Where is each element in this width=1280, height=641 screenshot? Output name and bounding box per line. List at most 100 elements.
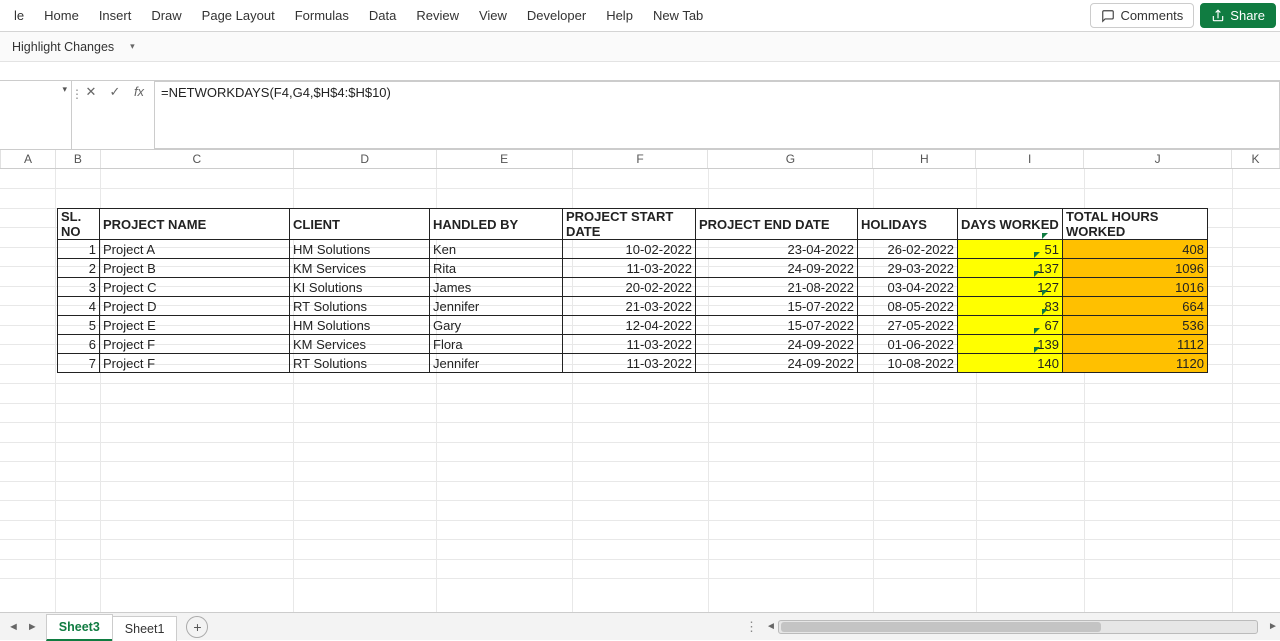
- sheet-nav-next[interactable]: ►: [27, 621, 38, 633]
- cell[interactable]: 1: [58, 240, 100, 259]
- cell[interactable]: Ken: [430, 240, 563, 259]
- cell-days[interactable]: 139: [958, 335, 1063, 354]
- cancel-formula-button[interactable]: ✕: [82, 84, 100, 100]
- cell[interactable]: KM Services: [290, 259, 430, 278]
- cell[interactable]: 26-02-2022: [858, 240, 958, 259]
- tab-draw[interactable]: Draw: [141, 2, 191, 29]
- cell[interactable]: James: [430, 278, 563, 297]
- cell-days[interactable]: 140: [958, 354, 1063, 373]
- comments-button[interactable]: Comments: [1090, 3, 1194, 28]
- cell[interactable]: 21-08-2022: [696, 278, 858, 297]
- cell[interactable]: Project E: [100, 316, 290, 335]
- col-header-I[interactable]: I: [976, 150, 1084, 168]
- cell[interactable]: 5: [58, 316, 100, 335]
- col-header-D[interactable]: D: [294, 150, 437, 168]
- sheet-nav-prev[interactable]: ◄: [8, 621, 19, 633]
- cell[interactable]: 2: [58, 259, 100, 278]
- tab-insert[interactable]: Insert: [89, 2, 142, 29]
- cell-days[interactable]: 67: [958, 316, 1063, 335]
- cell[interactable]: 20-02-2022: [563, 278, 696, 297]
- col-header-A[interactable]: A: [1, 150, 56, 168]
- cell[interactable]: 6: [58, 335, 100, 354]
- subribbon-dropdown[interactable]: ▾: [122, 41, 143, 52]
- cell[interactable]: HM Solutions: [290, 240, 430, 259]
- highlight-changes-button[interactable]: Highlight Changes: [4, 40, 122, 54]
- cell[interactable]: Project F: [100, 335, 290, 354]
- add-sheet-button[interactable]: +: [186, 616, 208, 638]
- cell[interactable]: 24-09-2022: [696, 335, 858, 354]
- name-box[interactable]: ▾: [0, 84, 67, 95]
- cell[interactable]: 3: [58, 278, 100, 297]
- statusbar-options[interactable]: ⋮: [739, 619, 764, 635]
- cell[interactable]: Rita: [430, 259, 563, 278]
- col-header-F[interactable]: F: [573, 150, 709, 168]
- col-header-J[interactable]: J: [1084, 150, 1232, 168]
- cell[interactable]: 24-09-2022: [696, 354, 858, 373]
- cell[interactable]: 11-03-2022: [563, 259, 696, 278]
- cell[interactable]: HM Solutions: [290, 316, 430, 335]
- cell[interactable]: 15-07-2022: [696, 297, 858, 316]
- cell[interactable]: KM Services: [290, 335, 430, 354]
- cell[interactable]: 29-03-2022: [858, 259, 958, 278]
- tab-developer[interactable]: Developer: [517, 2, 596, 29]
- cell-hours[interactable]: 664: [1063, 297, 1208, 316]
- tab-review[interactable]: Review: [406, 2, 469, 29]
- scrollbar-thumb[interactable]: [781, 622, 1101, 632]
- cell-hours[interactable]: 1096: [1063, 259, 1208, 278]
- col-header-B[interactable]: B: [56, 150, 101, 168]
- tab-home[interactable]: Home: [34, 2, 89, 29]
- cell[interactable]: 10-02-2022: [563, 240, 696, 259]
- formula-input[interactable]: =NETWORKDAYS(F4,G4,$H$4:$H$10): [154, 81, 1280, 149]
- tab-page-layout[interactable]: Page Layout: [192, 2, 285, 29]
- cell[interactable]: Project C: [100, 278, 290, 297]
- col-header-C[interactable]: C: [101, 150, 294, 168]
- cell[interactable]: 7: [58, 354, 100, 373]
- cell[interactable]: Jennifer: [430, 354, 563, 373]
- th-project[interactable]: PROJECT NAME: [100, 209, 290, 240]
- sheet-tab-active[interactable]: Sheet3: [46, 614, 113, 641]
- cell[interactable]: 12-04-2022: [563, 316, 696, 335]
- sheet-tab[interactable]: Sheet1: [112, 616, 178, 641]
- cell-hours[interactable]: 1016: [1063, 278, 1208, 297]
- tab-data[interactable]: Data: [359, 2, 406, 29]
- col-header-K[interactable]: K: [1232, 150, 1280, 168]
- cell[interactable]: KI Solutions: [290, 278, 430, 297]
- th-slno[interactable]: SL. NO: [58, 209, 100, 240]
- cell-hours[interactable]: 408: [1063, 240, 1208, 259]
- th-handled[interactable]: HANDLED BY: [430, 209, 563, 240]
- cell[interactable]: 11-03-2022: [563, 335, 696, 354]
- tab-view[interactable]: View: [469, 2, 517, 29]
- cell[interactable]: 03-04-2022: [858, 278, 958, 297]
- cell[interactable]: Project F: [100, 354, 290, 373]
- th-end[interactable]: PROJECT END DATE: [696, 209, 858, 240]
- cell[interactable]: RT Solutions: [290, 354, 430, 373]
- cell[interactable]: 4: [58, 297, 100, 316]
- scroll-right-button[interactable]: ►: [1266, 621, 1280, 632]
- formula-bar-separator[interactable]: ⋮: [72, 81, 82, 149]
- tab-formulas[interactable]: Formulas: [285, 2, 359, 29]
- cell[interactable]: Project A: [100, 240, 290, 259]
- cell[interactable]: 21-03-2022: [563, 297, 696, 316]
- cell[interactable]: 10-08-2022: [858, 354, 958, 373]
- cell[interactable]: Jennifer: [430, 297, 563, 316]
- cell[interactable]: 24-09-2022: [696, 259, 858, 278]
- cell[interactable]: 27-05-2022: [858, 316, 958, 335]
- horizontal-scrollbar[interactable]: [778, 620, 1258, 634]
- cell[interactable]: 01-06-2022: [858, 335, 958, 354]
- insert-function-button[interactable]: fx: [130, 84, 148, 100]
- cell[interactable]: 23-04-2022: [696, 240, 858, 259]
- cell-days[interactable]: 51: [958, 240, 1063, 259]
- accept-formula-button[interactable]: ✓: [106, 84, 124, 100]
- cell[interactable]: Project B: [100, 259, 290, 278]
- th-client[interactable]: CLIENT: [290, 209, 430, 240]
- cell[interactable]: RT Solutions: [290, 297, 430, 316]
- tab-file[interactable]: le: [4, 2, 34, 29]
- th-holiday[interactable]: HOLIDAYS: [858, 209, 958, 240]
- col-header-G[interactable]: G: [708, 150, 873, 168]
- cell[interactable]: 15-07-2022: [696, 316, 858, 335]
- th-hours[interactable]: TOTAL HOURS WORKED: [1063, 209, 1208, 240]
- grid-area[interactable]: SL. NO PROJECT NAME CLIENT HANDLED BY PR…: [0, 169, 1280, 612]
- share-button[interactable]: Share: [1200, 3, 1276, 28]
- cell[interactable]: 11-03-2022: [563, 354, 696, 373]
- cell-hours[interactable]: 1120: [1063, 354, 1208, 373]
